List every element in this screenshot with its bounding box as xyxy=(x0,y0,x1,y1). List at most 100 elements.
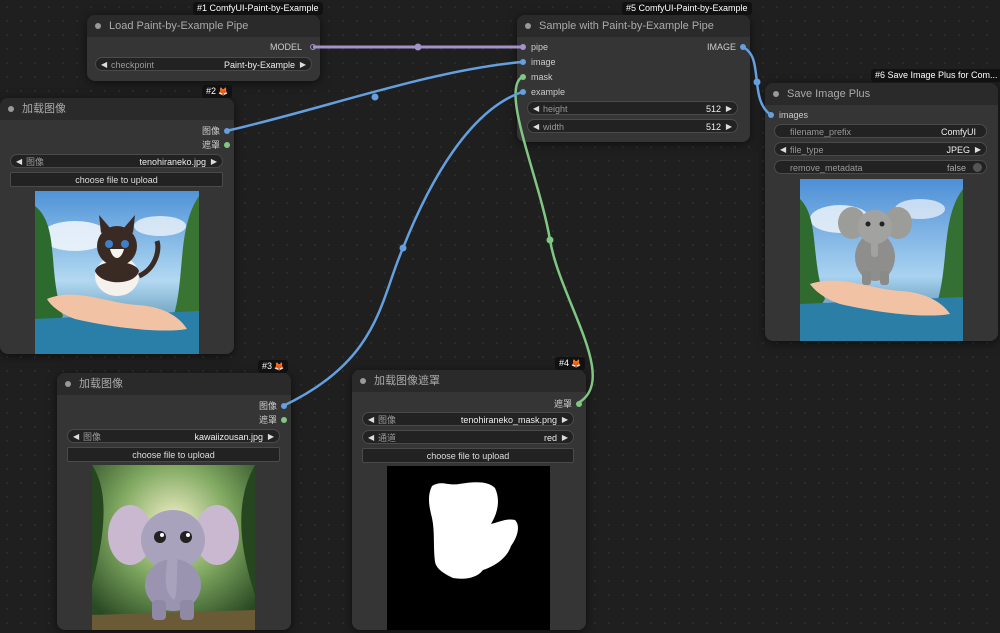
slot-label: MODEL xyxy=(269,42,302,52)
node-sample[interactable]: Sample with Paint-by-Example Pipe pipe i… xyxy=(517,15,750,142)
output-dot-icon[interactable] xyxy=(576,401,582,407)
arrow-left-icon[interactable]: ◀ xyxy=(368,431,374,445)
collapse-dot-icon[interactable] xyxy=(8,106,14,112)
slot-label: image xyxy=(531,57,556,67)
widget-label: checkpoint xyxy=(111,60,155,70)
arrow-right-icon[interactable]: ▶ xyxy=(562,413,568,427)
collapse-dot-icon[interactable] xyxy=(360,378,366,384)
input-slot-image[interactable]: image xyxy=(531,56,556,68)
input-dot-icon[interactable] xyxy=(520,74,526,80)
collapse-dot-icon[interactable] xyxy=(525,23,531,29)
output-dot-icon[interactable] xyxy=(740,44,746,50)
input-dot-icon[interactable] xyxy=(768,112,774,118)
kitten-image-preview xyxy=(35,191,199,354)
node-title: 加载图像 xyxy=(79,378,123,390)
node-title-bar[interactable]: 加载图像遮罩 xyxy=(352,370,586,392)
node-badge: #3 🦊 xyxy=(258,360,288,373)
input-dot-icon[interactable] xyxy=(520,59,526,65)
arrow-left-icon[interactable]: ◀ xyxy=(101,58,107,72)
input-dot-icon[interactable] xyxy=(520,44,526,50)
file-type-selector[interactable]: ◀ file_type JPEG ▶ xyxy=(774,142,987,156)
arrow-left-icon[interactable]: ◀ xyxy=(16,155,22,169)
input-slot-mask[interactable]: mask xyxy=(531,71,553,83)
widget-value: red xyxy=(543,433,557,443)
arrow-left-icon[interactable]: ◀ xyxy=(73,430,79,444)
arrow-right-icon[interactable]: ▶ xyxy=(975,143,981,157)
arrow-right-icon[interactable]: ▶ xyxy=(726,102,732,116)
wire-midpoint[interactable] xyxy=(399,244,407,252)
output-slot-mask[interactable]: 遮罩 xyxy=(554,398,572,410)
output-slot-image[interactable]: 图像 xyxy=(259,400,277,412)
wire-elephant-image-to-example[interactable] xyxy=(282,90,523,408)
output-dot-icon[interactable] xyxy=(281,417,287,423)
node-title: Load Paint-by-Example Pipe xyxy=(109,20,249,32)
badge-label: #3 xyxy=(262,361,273,371)
node-title-bar[interactable]: Sample with Paint-by-Example Pipe xyxy=(517,15,750,37)
output-slot-mask[interactable]: 遮罩 xyxy=(259,414,277,426)
node-title-bar[interactable]: 加载图像 xyxy=(0,98,234,120)
node-load-pipe[interactable]: Load Paint-by-Example Pipe MODEL ◀ check… xyxy=(87,15,320,81)
node-load-image-mask[interactable]: 加载图像遮罩 遮罩 ◀ 图像 tenohiraneko_mask.png ▶ ◀… xyxy=(352,370,586,630)
wire-midpoint[interactable] xyxy=(753,78,761,86)
arrow-right-icon[interactable]: ▶ xyxy=(562,431,568,445)
badge-label: #2 xyxy=(206,86,217,96)
toggle-knob-icon[interactable] xyxy=(973,163,982,172)
filename-prefix-field[interactable]: filename_prefix ComfyUI xyxy=(774,124,987,138)
slot-label: 图像 xyxy=(258,401,277,411)
output-dot-icon[interactable] xyxy=(224,142,230,148)
node-title-bar[interactable]: 加载图像 xyxy=(57,373,291,395)
upload-button[interactable]: choose file to upload xyxy=(10,172,223,187)
arrow-left-icon[interactable]: ◀ xyxy=(780,143,786,157)
output-dot-icon[interactable] xyxy=(281,403,287,409)
input-dot-icon[interactable] xyxy=(520,89,526,95)
width-stepper[interactable]: ◀ width 512 ▶ xyxy=(527,119,738,133)
output-dot-icon[interactable] xyxy=(224,128,230,134)
fox-icon: 🦊 xyxy=(274,362,284,371)
input-slot-images[interactable]: images xyxy=(779,109,808,121)
output-slot-model[interactable]: MODEL xyxy=(270,41,302,53)
arrow-right-icon[interactable]: ▶ xyxy=(726,120,732,134)
image-file-selector[interactable]: ◀ 图像 tenohiraneko.jpg ▶ xyxy=(10,154,223,168)
wire-midpoint[interactable] xyxy=(546,236,554,244)
arrow-left-icon[interactable]: ◀ xyxy=(368,413,374,427)
arrow-right-icon[interactable]: ▶ xyxy=(211,155,217,169)
wire-midpoint[interactable] xyxy=(414,43,422,51)
widget-value: 512 xyxy=(705,104,721,114)
collapse-dot-icon[interactable] xyxy=(95,23,101,29)
node-title-bar[interactable]: Save Image Plus xyxy=(765,83,998,105)
channel-selector[interactable]: ◀ 通道 red ▶ xyxy=(362,430,574,444)
output-image-preview xyxy=(800,179,963,341)
node-save-image[interactable]: Save Image Plus images filename_prefix C… xyxy=(765,83,998,341)
remove-metadata-toggle[interactable]: remove_metadata false xyxy=(774,160,987,174)
output-slot-mask[interactable]: 遮罩 xyxy=(202,139,220,151)
height-stepper[interactable]: ◀ height 512 ▶ xyxy=(527,101,738,115)
slot-label: 图像 xyxy=(201,126,220,136)
upload-button[interactable]: choose file to upload xyxy=(362,448,574,463)
slot-label: 遮罩 xyxy=(201,140,220,150)
widget-label: 通道 xyxy=(378,433,397,443)
node-load-image-kitten[interactable]: 加载图像 图像 遮罩 ◀ 图像 tenohiraneko.jpg ▶ choos… xyxy=(0,98,234,354)
output-slot-image[interactable]: 图像 xyxy=(202,125,220,137)
widget-label: 图像 xyxy=(378,415,397,425)
upload-button[interactable]: choose file to upload xyxy=(67,447,280,462)
node-title: Save Image Plus xyxy=(787,88,871,100)
collapse-dot-icon[interactable] xyxy=(773,91,779,97)
input-slot-pipe[interactable]: pipe xyxy=(531,41,548,53)
checkpoint-selector[interactable]: ◀ checkpoint Paint-by-Example ▶ xyxy=(95,57,312,71)
arrow-left-icon[interactable]: ◀ xyxy=(533,120,539,134)
node-title-bar[interactable]: Load Paint-by-Example Pipe xyxy=(87,15,320,37)
node-load-image-elephant[interactable]: 加载图像 图像 遮罩 ◀ 图像 kawaiizousan.jpg ▶ choos… xyxy=(57,373,291,630)
node-badge: #1 ComfyUI-Paint-by-Example xyxy=(193,2,323,15)
arrow-left-icon[interactable]: ◀ xyxy=(533,102,539,116)
wire-midpoint[interactable] xyxy=(371,93,379,101)
mask-file-selector[interactable]: ◀ 图像 tenohiraneko_mask.png ▶ xyxy=(362,412,574,426)
widget-label: filename_prefix xyxy=(790,127,852,137)
arrow-right-icon[interactable]: ▶ xyxy=(300,58,306,72)
output-dot-icon[interactable] xyxy=(310,44,316,50)
widget-value: tenohiraneko_mask.png xyxy=(460,415,557,425)
collapse-dot-icon[interactable] xyxy=(65,381,71,387)
input-slot-example[interactable]: example xyxy=(531,86,565,98)
arrow-right-icon[interactable]: ▶ xyxy=(268,430,274,444)
image-file-selector[interactable]: ◀ 图像 kawaiizousan.jpg ▶ xyxy=(67,429,280,443)
output-slot-image[interactable]: IMAGE xyxy=(707,41,736,53)
